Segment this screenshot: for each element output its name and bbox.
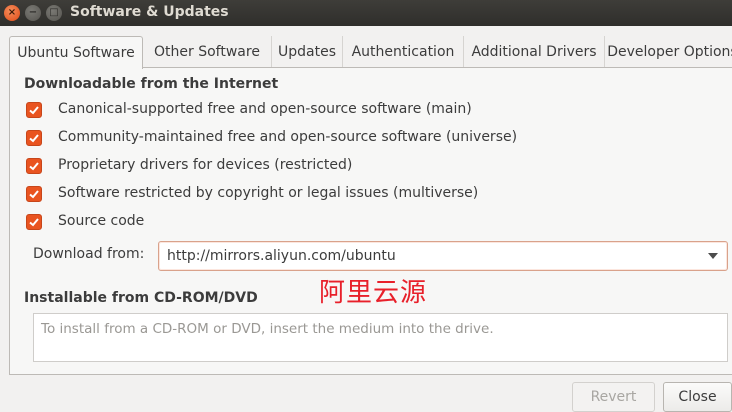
tab-ubuntu-software[interactable]: Ubuntu Software xyxy=(9,36,143,69)
tab-updates[interactable]: Updates xyxy=(272,36,343,68)
checkbox-universe-label[interactable]: Community-maintained free and open-sourc… xyxy=(58,129,517,145)
checkbox-restricted[interactable] xyxy=(26,158,42,174)
window-close-icon[interactable]: × xyxy=(4,5,20,21)
checkbox-source-code-label[interactable]: Source code xyxy=(58,213,144,229)
check-icon xyxy=(29,218,39,227)
download-server-select[interactable]: http://mirrors.aliyun.com/ubuntu xyxy=(158,241,728,271)
checkbox-source-code[interactable] xyxy=(26,214,42,230)
check-icon xyxy=(29,162,39,171)
tab-authentication[interactable]: Authentication xyxy=(343,36,464,68)
mirror-annotation: 阿里云源 xyxy=(319,278,428,308)
checkbox-main-label[interactable]: Canonical-supported free and open-source… xyxy=(58,101,472,117)
window-title: Software & Updates xyxy=(70,4,229,20)
check-icon xyxy=(29,134,39,143)
checkbox-universe[interactable] xyxy=(26,130,42,146)
download-server-value: http://mirrors.aliyun.com/ubuntu xyxy=(167,248,396,264)
check-icon xyxy=(29,190,39,199)
revert-button[interactable]: Revert xyxy=(572,382,655,412)
checkbox-multiverse-label[interactable]: Software restricted by copyright or lega… xyxy=(58,185,478,201)
title-bar: × − □ Software & Updates xyxy=(0,0,732,26)
cdrom-section-title: Installable from CD-ROM/DVD xyxy=(24,290,258,306)
checkbox-restricted-label[interactable]: Proprietary drivers for devices (restric… xyxy=(58,157,352,173)
window-maximize-icon[interactable]: □ xyxy=(46,5,62,21)
tab-additional-drivers[interactable]: Additional Drivers xyxy=(464,36,605,68)
cdrom-list: To install from a CD-ROM or DVD, insert … xyxy=(33,313,728,362)
check-icon xyxy=(29,106,39,115)
tab-bar: Ubuntu Software Other Software Updates A… xyxy=(9,36,732,69)
checkbox-main[interactable] xyxy=(26,102,42,118)
dropdown-arrow-icon xyxy=(708,253,718,259)
downloadable-section-title: Downloadable from the Internet xyxy=(24,76,279,92)
download-from-label: Download from: xyxy=(33,246,145,262)
window-minimize-icon[interactable]: − xyxy=(25,5,41,21)
close-button[interactable]: Close xyxy=(663,382,732,412)
tab-other-software[interactable]: Other Software xyxy=(143,36,272,68)
checkbox-multiverse[interactable] xyxy=(26,186,42,202)
cdrom-hint: To install from a CD-ROM or DVD, insert … xyxy=(41,321,494,337)
tab-developer-options[interactable]: Developer Options xyxy=(605,36,732,68)
